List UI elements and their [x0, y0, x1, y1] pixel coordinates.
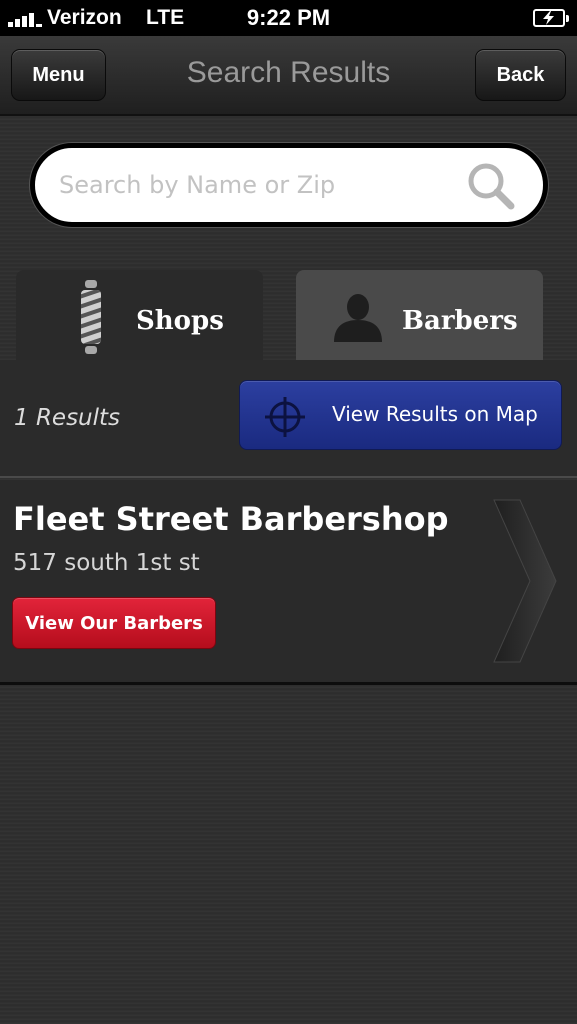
chevron-right-icon[interactable] [490, 498, 560, 668]
results-bar: 1 Results View Results on Map [0, 360, 577, 478]
search-icon[interactable] [465, 160, 517, 216]
crosshair-icon [264, 396, 306, 442]
person-icon [332, 292, 384, 349]
status-bar: Verizon LTE 9:22 PM [0, 0, 577, 36]
battery-icon [533, 9, 569, 27]
nav-bar: Menu Search Results Back [0, 36, 577, 116]
back-button[interactable]: Back [475, 49, 566, 101]
tab-shops[interactable]: Shops [16, 270, 263, 362]
results-count: 1 Results [14, 405, 121, 431]
tab-barbers[interactable]: Barbers [296, 270, 543, 362]
tab-shops-label: Shops [136, 306, 224, 336]
tab-barbers-label: Barbers [402, 306, 518, 336]
search-bar [30, 143, 548, 227]
shop-name: Fleet Street Barbershop [13, 500, 449, 538]
view-barbers-button[interactable]: View Our Barbers [12, 597, 216, 649]
view-map-button[interactable]: View Results on Map [239, 380, 562, 450]
barber-pole-icon [76, 280, 106, 361]
list-item[interactable]: Fleet Street Barbershop 517 south 1st st… [0, 480, 577, 685]
shop-address: 517 south 1st st [13, 550, 200, 576]
search-input[interactable] [59, 165, 459, 205]
view-map-label: View Results on Map [332, 402, 538, 426]
status-time: 9:22 PM [246, 5, 331, 30]
